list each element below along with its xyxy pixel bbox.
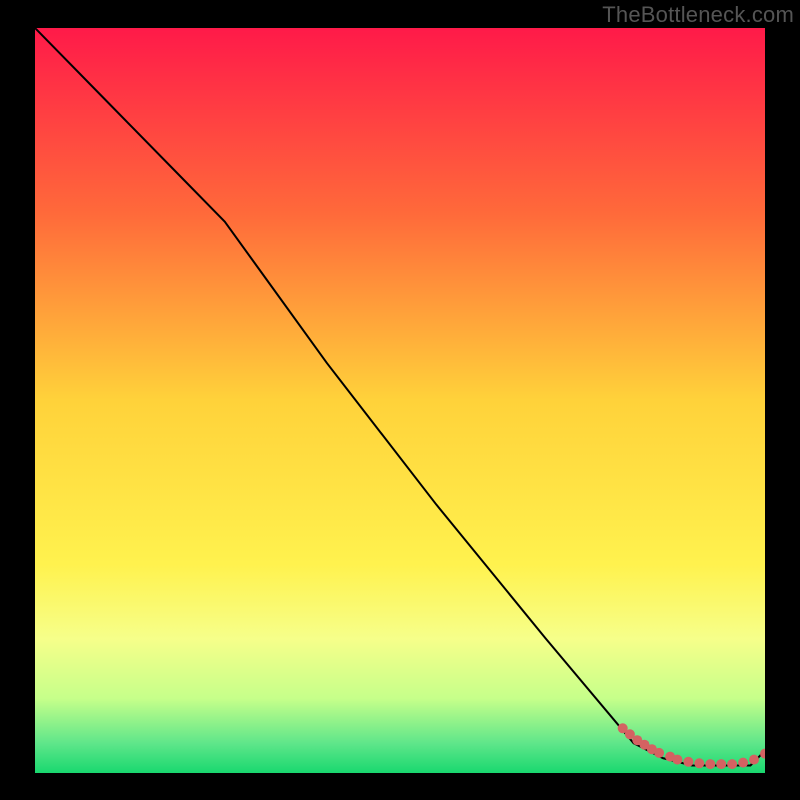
watermark-text: TheBottleneck.com bbox=[602, 2, 794, 28]
dot-highlight-dots bbox=[654, 748, 664, 758]
dot-highlight-dots bbox=[705, 759, 715, 769]
dot-highlight-dots bbox=[694, 758, 704, 768]
dot-highlight-dots bbox=[727, 759, 737, 769]
dot-highlight-dots bbox=[738, 758, 748, 768]
plot-area bbox=[35, 28, 765, 773]
dot-highlight-dots bbox=[683, 757, 693, 767]
chart-frame: TheBottleneck.com bbox=[0, 0, 800, 800]
dot-highlight-dots bbox=[672, 755, 682, 765]
dot-highlight-dots bbox=[749, 755, 759, 765]
plot-svg bbox=[35, 28, 765, 773]
dot-highlight-dots bbox=[716, 759, 726, 769]
